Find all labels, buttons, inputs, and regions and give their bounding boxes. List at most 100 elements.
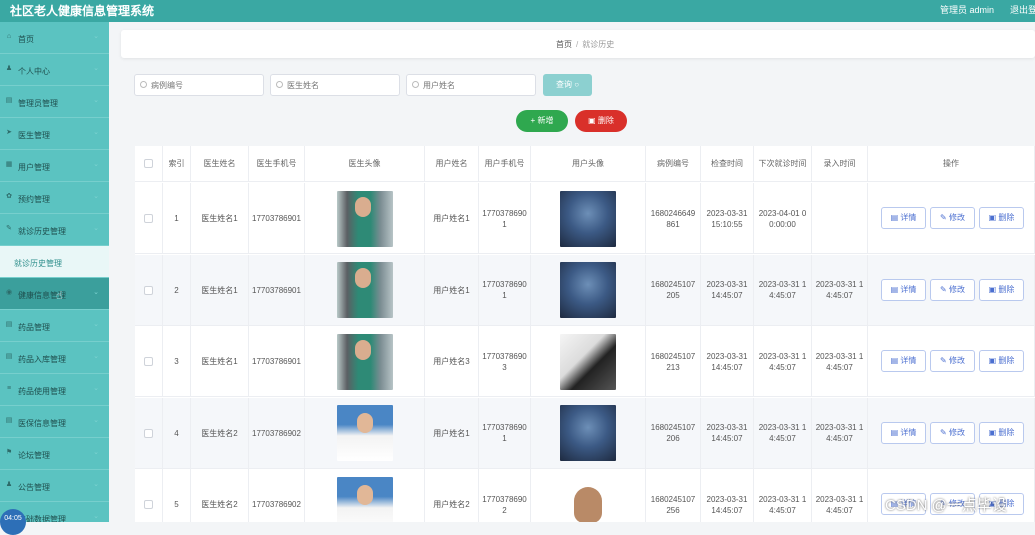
doctor-avatar-image — [336, 262, 393, 318]
query-button[interactable]: 查询 ○ — [543, 74, 592, 96]
sidebar-item-11[interactable]: ≡ 药品使用管理 ⌄ — [0, 374, 109, 406]
column-header-select[interactable] — [135, 146, 163, 182]
logout-link[interactable]: 退出登录 — [1010, 3, 1035, 16]
sidebar-item-2[interactable]: ▤ 管理员管理 ⌄ — [0, 86, 109, 118]
delete-button[interactable]: ▣ 删除 — [979, 350, 1024, 372]
sidebar-item-label: 公告管理 — [18, 483, 50, 492]
sidebar-item-label: 就诊历史管理 — [14, 259, 62, 268]
edit-button-label: 修改 — [948, 356, 965, 365]
case-no-input[interactable] — [151, 78, 259, 93]
doctor-name-value: 医生姓名2 — [201, 500, 238, 509]
settings-icon: ✿ — [6, 193, 12, 200]
delete-button[interactable]: ▣ 删除 — [979, 207, 1024, 229]
chevron-down-icon: ⌄ — [93, 33, 99, 40]
cell-user-phone: 17703786901 — [479, 254, 531, 326]
user-name-input[interactable] — [423, 78, 531, 93]
cell-index: 1 — [163, 183, 191, 254]
breadcrumb-home[interactable]: 首页 — [556, 40, 572, 49]
sidebar-item-8[interactable]: ◉ 健康信息管理 ⌄ — [0, 278, 109, 310]
select-all-checkbox[interactable] — [144, 159, 153, 168]
detail-button[interactable]: ▤ 详情 — [881, 421, 926, 444]
cell-user-name: 用户姓名1 — [425, 183, 479, 254]
sidebar-item-label: 预约管理 — [18, 195, 50, 204]
user-name-value: 用户姓名3 — [433, 357, 470, 366]
doctor-phone-value: 17703786901 — [252, 357, 301, 366]
sidebar-item-7[interactable]: 就诊历史管理 — [0, 246, 109, 278]
chevron-down-icon: ⌄ — [93, 161, 99, 168]
cell-next-visit-time: 2023-03-31 14:45:07 — [754, 326, 812, 397]
entry-time-value: 2023-03-31 14:45:07 — [815, 423, 864, 443]
cell-check-time: 2023-03-31 14:45:07 — [701, 326, 754, 397]
detail-button[interactable]: ▤ 详情 — [881, 350, 926, 372]
cell-user-phone: 17703786901 — [479, 183, 531, 254]
cell-operations: ▤ 详情 ✎ 修改 ▣ 删除 — [868, 397, 1035, 469]
circle-icon: ◉ — [5, 289, 13, 296]
delete-button-label: 删除 — [998, 284, 1015, 294]
table-row: 1 医生姓名1 17703786901 用户姓名1 17703786901 1680246… — [135, 183, 1035, 254]
sidebar-item-label: 医生管理 — [18, 131, 50, 140]
edit-button[interactable]: ✎ 修改 — [930, 350, 975, 372]
sidebar-item-14[interactable]: ♟ 公告管理 ⌄ — [0, 470, 109, 502]
row-checkbox[interactable] — [144, 357, 153, 366]
delete-button[interactable]: ▣ 删除 — [979, 278, 1024, 301]
cell-select[interactable] — [135, 183, 163, 254]
cell-check-time: 2023-03-31 14:45:07 — [701, 254, 754, 326]
sidebar-item-label: 个人中心 — [18, 67, 50, 76]
sidebar-item-0[interactable]: ⌂ 首页 ⌄ — [0, 22, 109, 54]
batch-delete-button[interactable]: ▣ 删除 — [575, 110, 627, 132]
cell-select[interactable] — [135, 254, 163, 326]
doctor-name-value: 医生姓名2 — [201, 428, 238, 438]
document-icon: ▤ — [890, 356, 901, 365]
edit-button-label: 修改 — [948, 427, 965, 437]
sidebar-item-10[interactable]: ▤ 药品入库管理 ⌄ — [0, 342, 109, 374]
sidebar-item-3[interactable]: ➤ 医生管理 ⌄ — [0, 118, 109, 150]
cell-select[interactable] — [135, 326, 163, 397]
row-checkbox[interactable] — [144, 285, 153, 295]
sidebar-item-label: 就诊历史管理 — [18, 227, 66, 236]
cell-user-phone: 17703786901 — [479, 397, 531, 469]
sidebar-item-12[interactable]: ▤ 医保信息管理 ⌄ — [0, 406, 109, 438]
doctor-avatar-image — [336, 190, 393, 247]
edit-button[interactable]: ✎ 修改 — [930, 421, 975, 444]
user-phone-value: 17703786903 — [482, 351, 527, 372]
row-checkbox[interactable] — [144, 500, 153, 509]
sidebar-item-label: 论坛管理 — [18, 451, 50, 460]
check-time-value: 2023-03-31 14:45:07 — [706, 423, 748, 443]
cell-operations: ▤ 详情 ✎ 修改 ▣ 删除 — [868, 183, 1035, 254]
row-checkbox[interactable] — [144, 428, 153, 438]
row-checkbox[interactable] — [144, 214, 153, 223]
cell-select[interactable] — [135, 469, 163, 522]
sidebar-item-4[interactable]: ▦ 用户管理 ⌄ — [0, 150, 109, 182]
clock-badge: 04:05 — [0, 509, 26, 535]
edit-button[interactable]: ✎ 修改 — [930, 207, 975, 229]
next-visit-time-value: 2023-04-01 00:00:00 — [758, 208, 807, 229]
sidebar-item-label: 药品管理 — [18, 323, 50, 332]
trash-icon: ▣ — [988, 284, 999, 294]
sidebar-item-5[interactable]: ✿ 预约管理 ⌄ — [0, 182, 109, 214]
search-icon — [140, 81, 147, 88]
cell-doctor-phone: 17703786901 — [249, 183, 305, 254]
edit-button[interactable]: ✎ 修改 — [930, 278, 975, 301]
entry-time-value: 2023-03-31 14:45:07 — [815, 280, 864, 300]
cell-select[interactable] — [135, 397, 163, 469]
doctor-name-search-field[interactable] — [270, 74, 400, 96]
user-name-search-field[interactable] — [406, 74, 536, 96]
cell-check-time: 2023-03-31 14:45:07 — [701, 469, 754, 522]
delete-button-label: 删除 — [998, 213, 1015, 222]
add-button[interactable]: + 新增 — [516, 110, 568, 132]
detail-button[interactable]: ▤ 详情 — [881, 207, 926, 229]
sidebar-item-13[interactable]: ⚑ 论坛管理 ⌄ — [0, 438, 109, 470]
case-no-search-field[interactable] — [134, 74, 264, 96]
delete-button[interactable]: ▣ 删除 — [979, 421, 1024, 444]
user-phone-value: 17703786901 — [482, 208, 527, 229]
chevron-down-icon: ⌄ — [93, 481, 99, 488]
index-value: 1 — [174, 214, 179, 223]
detail-button[interactable]: ▤ 详情 — [881, 278, 926, 301]
sidebar-item-1[interactable]: ♟ 个人中心 ⌄ — [0, 54, 109, 86]
sidebar-item-9[interactable]: ▤ 药品管理 ⌄ — [0, 310, 109, 342]
doctor-name-input[interactable] — [287, 78, 395, 93]
column-header-index: 索引 — [163, 146, 191, 182]
sidebar-item-6[interactable]: ✎ 就诊历史管理 ⌄ — [0, 214, 109, 246]
user-name-value: 用户姓名2 — [433, 500, 470, 509]
cell-doctor-name: 医生姓名2 — [191, 397, 249, 469]
